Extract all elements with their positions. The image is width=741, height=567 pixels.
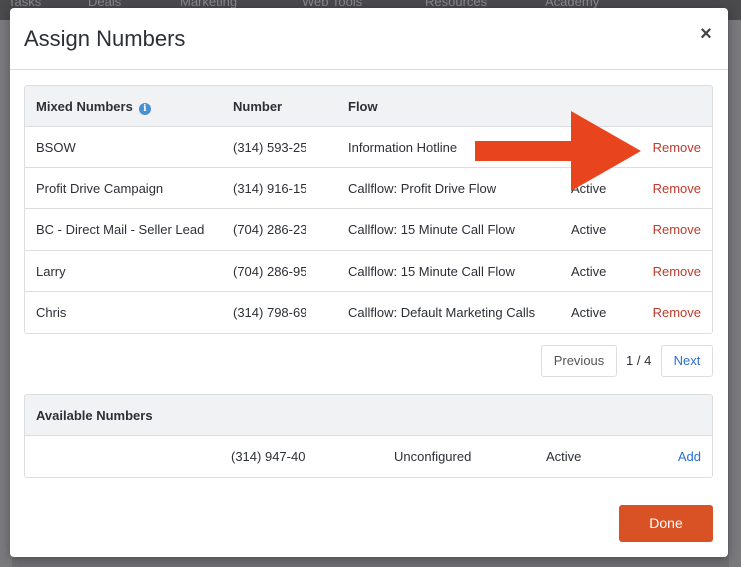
- remove-button[interactable]: Remove: [653, 140, 701, 155]
- previous-page-button[interactable]: Previous: [541, 345, 617, 377]
- row-name: Chris: [36, 304, 67, 320]
- remove-button[interactable]: Remove: [653, 305, 701, 320]
- page-indicator: 1 / 4: [626, 353, 652, 368]
- table-row: Larry (704) 286-95 Callflow: 15 Minute C…: [25, 250, 712, 292]
- header-label: Mixed Numbers: [36, 99, 133, 114]
- table-row: (314) 947-40 Unconfigured Active Add: [25, 436, 712, 478]
- row-name: Profit Drive Campaign: [36, 181, 164, 197]
- assign-numbers-modal: Assign Numbers × Mixed Numbers i Number F…: [10, 8, 728, 557]
- header-mixed-numbers: Mixed Numbers i: [36, 99, 151, 115]
- remove-button[interactable]: Remove: [653, 181, 701, 196]
- row-number: (314) 916-15: [233, 181, 306, 197]
- header-available-numbers: Available Numbers: [36, 408, 153, 423]
- header-flow: Flow: [348, 99, 378, 114]
- row-flow: Unconfigured: [394, 449, 472, 464]
- available-numbers-table: Available Numbers (314) 947-40 Unconfigu…: [24, 394, 713, 479]
- table-row: Chris (314) 798-69 Callflow: Default Mar…: [25, 291, 712, 333]
- add-button[interactable]: Add: [678, 449, 701, 464]
- done-button[interactable]: Done: [619, 505, 713, 542]
- row-name: Larry: [36, 263, 66, 279]
- remove-button[interactable]: Remove: [653, 264, 701, 279]
- remove-button[interactable]: Remove: [653, 222, 701, 237]
- modal-title: Assign Numbers: [24, 26, 186, 51]
- row-status: Active: [571, 263, 607, 279]
- row-status: Active: [546, 449, 582, 464]
- row-flow: Callflow: Default Marketing Calls: [348, 304, 536, 320]
- modal-header: Assign Numbers ×: [10, 8, 728, 70]
- annotation-arrow-icon: [475, 111, 641, 191]
- row-name: BC - Direct Mail - Seller Lead: [36, 222, 205, 238]
- info-icon[interactable]: i: [138, 103, 151, 115]
- table-header: Available Numbers: [25, 395, 712, 436]
- background-right-panel: [729, 20, 741, 567]
- row-flow: Callflow: 15 Minute Call Flow: [348, 222, 515, 238]
- row-name: BSOW: [36, 140, 76, 155]
- row-number: (704) 286-23: [233, 222, 306, 238]
- row-flow: Callflow: 15 Minute Call Flow: [348, 263, 515, 279]
- row-status: Active: [571, 304, 607, 320]
- next-page-button[interactable]: Next: [661, 345, 713, 377]
- row-number: (314) 593-25: [233, 140, 306, 155]
- table-row: BC - Direct Mail - Seller Lead (704) 286…: [25, 209, 712, 251]
- header-number: Number: [233, 99, 283, 114]
- row-status: Active: [571, 222, 607, 238]
- row-number: (704) 286-95: [233, 263, 306, 279]
- row-number: (314) 947-40: [231, 449, 306, 464]
- close-icon[interactable]: ×: [696, 24, 716, 44]
- row-number: (314) 798-69: [233, 304, 306, 320]
